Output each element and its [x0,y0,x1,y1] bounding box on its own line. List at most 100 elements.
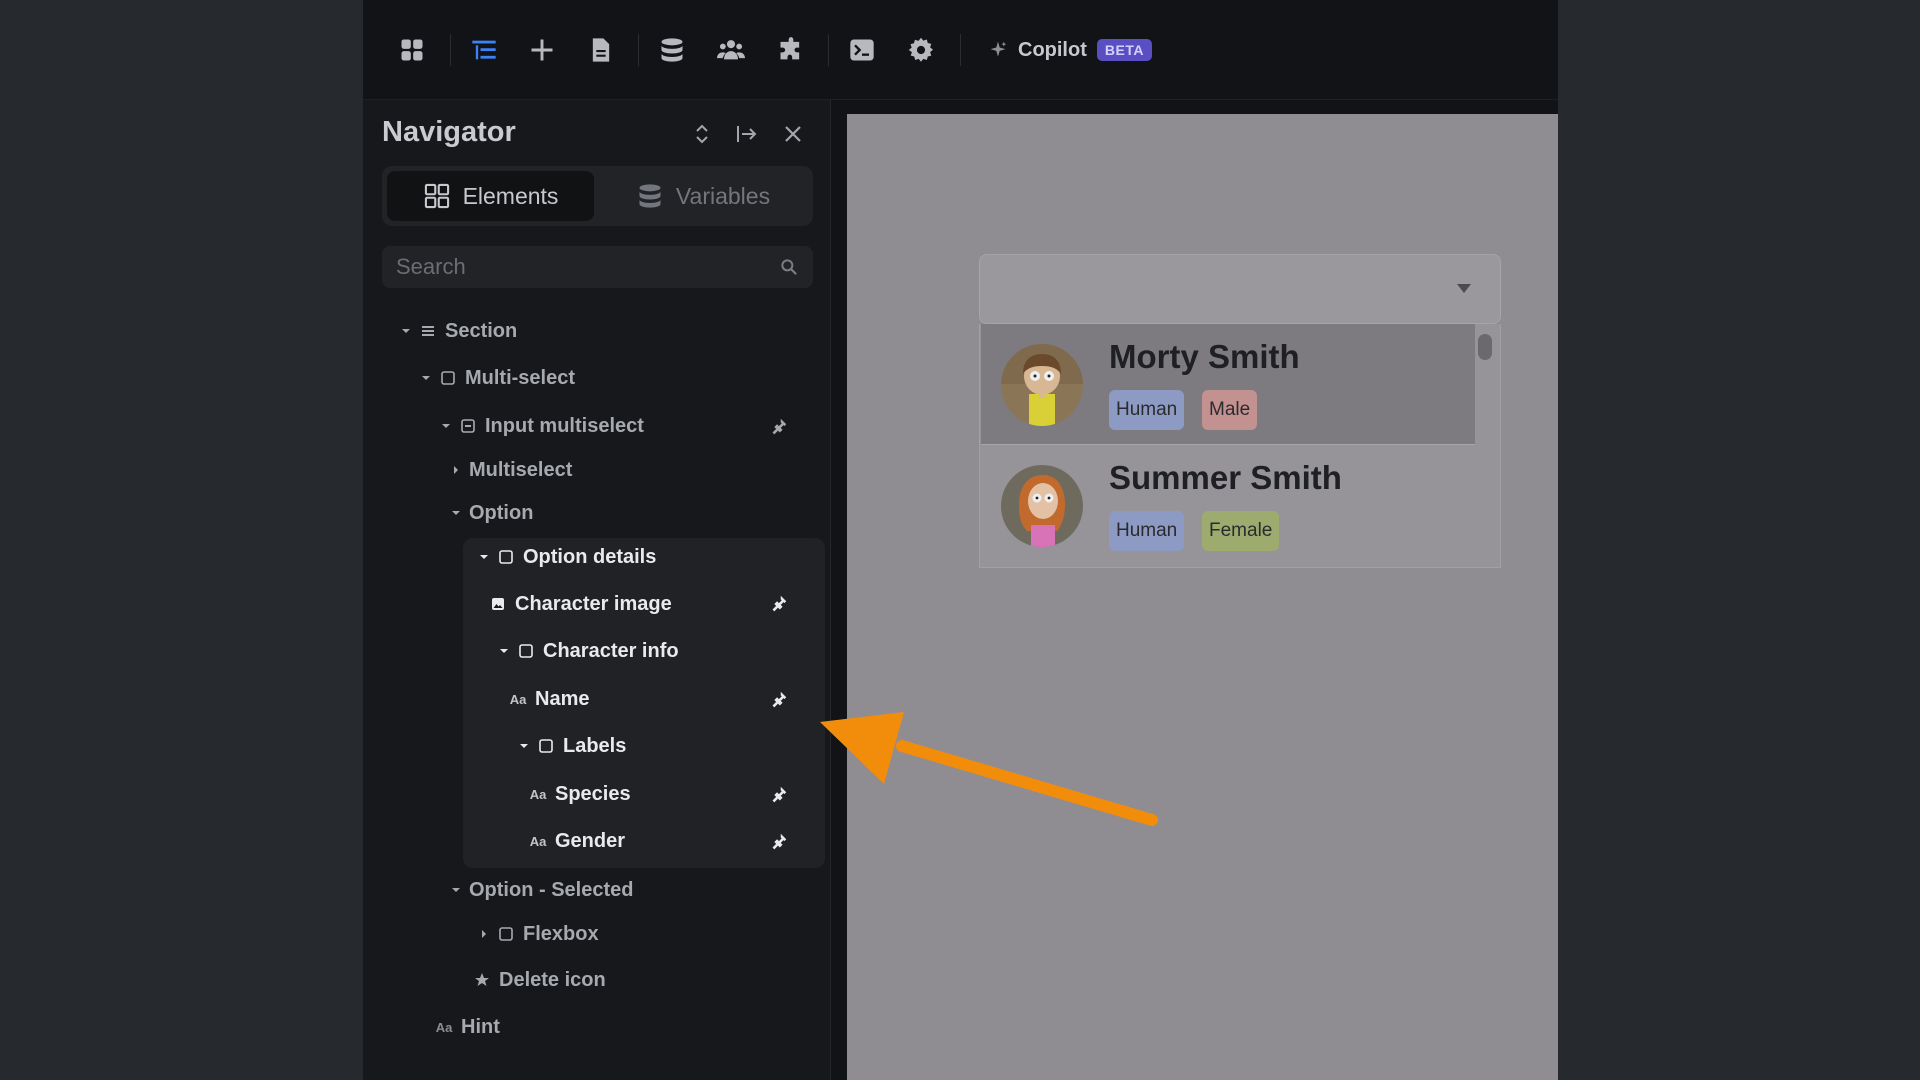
box-icon [517,642,535,660]
tree-item-name[interactable]: Aa Name [509,681,590,717]
dock-panel-icon[interactable] [731,118,763,150]
tree-item-option-details[interactable]: Option details [477,539,656,575]
tree-item-gender[interactable]: Aa Gender [529,823,625,859]
caret-down-icon[interactable] [477,550,491,564]
caret-down-icon[interactable] [439,419,453,433]
option-item[interactable]: Summer Smith Human Female [981,445,1475,565]
tree-item-label: Option - Selected [469,878,634,901]
plug-icon[interactable] [767,831,789,853]
chevron-down-icon[interactable] [1456,283,1472,295]
toolbar-separator [828,34,829,66]
box-icon [439,369,457,387]
caret-down-icon[interactable] [449,506,463,520]
beta-badge: BETA [1096,39,1152,61]
tree-item-label: Delete icon [499,968,606,991]
box-icon [497,548,515,566]
image-icon [489,595,507,613]
settings-icon[interactable] [901,30,941,70]
tree-item-label: Section [445,319,518,342]
tree-item-label: Name [535,687,590,710]
option-name: Summer Smith [1109,459,1342,496]
search-box [382,246,813,288]
tab-elements[interactable]: Elements [387,171,594,221]
caret-right-icon[interactable] [477,927,491,941]
close-icon[interactable] [777,118,809,150]
caret-down-icon[interactable] [497,644,511,658]
box-icon [497,925,515,943]
annotation-arrow [820,712,1158,826]
search-input[interactable] [382,246,813,288]
tab-elements-label: Elements [462,182,559,209]
tree-item-species[interactable]: Aa Species [529,776,631,812]
multiselect-input[interactable] [979,254,1501,324]
character-avatar [1001,465,1083,547]
caret-right-icon[interactable] [449,463,463,477]
plug-icon[interactable] [767,784,789,806]
users-icon[interactable] [711,30,751,70]
tab-variables-label: Variables [675,182,771,209]
star-icon [473,971,491,989]
sparkle-icon [990,41,1007,57]
navigator-panel: Navigator Elements Variables Search Sect… [363,100,831,1080]
apps-icon[interactable] [392,30,432,70]
tree-item-hint[interactable]: Aa Hint [435,1009,500,1045]
navigator-icon[interactable] [464,30,504,70]
navigator-title: Navigator [382,116,516,148]
section-icon [419,322,437,340]
tree-item-input-multiselect[interactable]: Input multiselect [439,408,644,444]
plug-icon[interactable] [767,593,789,615]
toolbar-separator [638,34,639,66]
tree-item-labels[interactable]: Labels [517,728,626,764]
caret-down-icon[interactable] [419,371,433,385]
tree-item-flexbox[interactable]: Flexbox [477,916,599,952]
tree-item-label: Gender [555,829,626,852]
tree-item-label: Hint [461,1015,500,1038]
tree-item-label: Flexbox [523,922,599,945]
tree-item-delete-icon[interactable]: Delete icon [473,962,606,998]
toolbar-separator [450,34,451,66]
plugins-icon[interactable] [771,30,811,70]
tree-item-label: Character image [515,592,672,615]
pages-icon[interactable] [581,30,621,70]
option-name: Morty Smith [1109,338,1300,375]
box-icon [537,737,555,755]
tree-item-label: Multiselect [469,458,573,481]
plug-icon[interactable] [767,416,789,438]
option-item[interactable]: Morty Smith Human Male [981,324,1475,444]
gender-badge: Male [1202,390,1258,430]
tree-item-section[interactable]: Section [399,313,517,349]
add-icon[interactable] [522,30,562,70]
caret-down-icon[interactable] [449,883,463,897]
dropdown-scrollbar[interactable] [1478,334,1492,360]
canvas-preview: Morty Smith Human Male Summer Smith Huma… [847,114,1558,1080]
tree-item-character-image[interactable]: Character image [489,586,672,622]
gender-badge: Female [1202,511,1280,551]
options-dropdown: Morty Smith Human Male Summer Smith Huma… [979,324,1501,568]
collapse-expand-icon[interactable] [686,118,718,150]
tree-item-label: Character info [543,639,679,662]
caret-down-icon[interactable] [399,324,413,338]
tree-item-label: Species [555,782,631,805]
terminal-icon[interactable] [842,30,882,70]
tree-item-multiselect[interactable]: Multiselect [449,452,572,488]
text-icon: Aa [529,786,547,802]
text-icon: Aa [435,1019,453,1035]
plug-icon[interactable] [767,689,789,711]
species-badge: Human [1109,511,1185,551]
tree-item-option[interactable]: Option [449,495,533,531]
multiselect-component: Morty Smith Human Male Summer Smith Huma… [979,254,1501,568]
copilot-button[interactable]: Copilot BETA [988,32,1152,68]
top-toolbar: Copilot BETA [363,0,1558,100]
tree-item-label: Input multiselect [485,414,644,437]
tree-item-option-selected[interactable]: Option - Selected [449,872,633,908]
search-icon[interactable] [779,257,799,277]
tree-item-multi-select[interactable]: Multi-select [419,360,575,396]
tab-variables[interactable]: Variables [598,171,808,221]
tree-item-character-info[interactable]: Character info [497,633,679,669]
caret-down-icon[interactable] [517,739,531,753]
text-icon: Aa [509,691,527,707]
app-window: Copilot BETA Navigator Elements Variable… [363,0,1558,1080]
navigator-tabs: Elements Variables [382,166,813,226]
database-icon[interactable] [652,30,692,70]
tree-item-label: Labels [563,734,627,757]
